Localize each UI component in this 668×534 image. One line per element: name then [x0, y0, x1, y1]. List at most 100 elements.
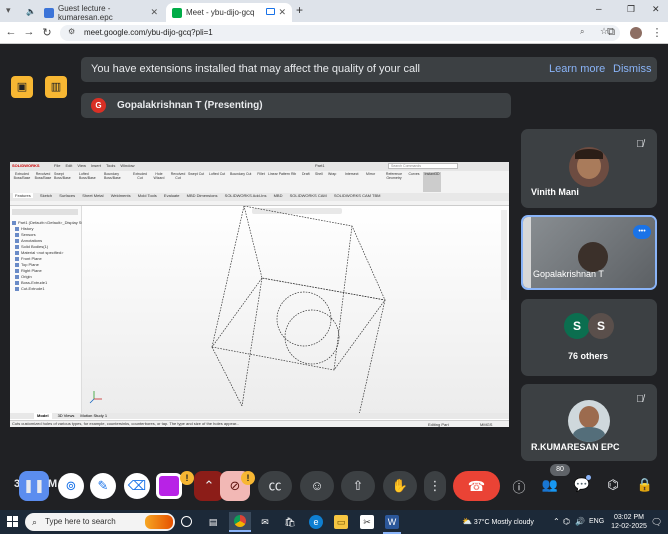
sw-bottom-tab[interactable]: Motion Study 1 — [80, 413, 107, 419]
mail-icon[interactable]: ✉ — [258, 515, 272, 529]
sw-tool[interactable]: Boundary Cut — [230, 172, 254, 192]
eraser-icon[interactable]: ⌫ — [124, 473, 150, 499]
tab-close-icon[interactable]: ✕ — [150, 7, 158, 18]
sw-feature-tab[interactable]: Features — [13, 193, 33, 198]
present-info-icon[interactable]: ▥ — [45, 76, 67, 98]
network-icon[interactable]: ⌬ — [563, 510, 570, 534]
sw-feature-tab[interactable]: Sketch — [40, 193, 52, 198]
taskbar-search-input[interactable]: ⌕ Type here to search — [25, 513, 175, 531]
sw-feature-tab[interactable]: Sheet Metal — [82, 193, 103, 198]
sw-menu-item[interactable]: View — [77, 163, 86, 168]
close-window-button[interactable]: ✕ — [652, 4, 660, 15]
sw-tool[interactable]: Linear Pattern — [268, 172, 290, 192]
tab-guest-lecture[interactable]: 🔈 Guest lecture - kumaresan.epc ✕ — [24, 3, 164, 22]
maximize-button[interactable]: ❐ — [627, 4, 635, 15]
end-call-button[interactable]: ☎ — [453, 471, 500, 501]
sw-menu-item[interactable]: Edit — [65, 163, 72, 168]
raise-hand-icon[interactable]: ✋ — [383, 471, 417, 501]
site-info-icon[interactable]: ⚙ — [68, 27, 75, 36]
sw-tool[interactable]: Swept Cut — [188, 172, 208, 192]
activities-icon[interactable]: ⌬ — [604, 477, 622, 493]
sw-tree-item[interactable]: Cut-Extrude1 — [15, 286, 45, 292]
sw-tool[interactable]: Shell — [315, 172, 327, 192]
file-explorer-icon[interactable]: ▭ — [334, 515, 348, 529]
people-icon[interactable]: 👥 — [541, 477, 559, 493]
sw-tool[interactable]: Swept Boss/Base — [54, 172, 78, 192]
zoom-icon[interactable]: ⌕ — [580, 27, 584, 37]
snipping-tool-icon[interactable]: ✂ — [360, 515, 374, 529]
annotate-cursor-icon[interactable]: ⊚ — [58, 473, 84, 499]
sw-tool[interactable]: Lofted Cut — [209, 172, 229, 192]
sw-feature-tab[interactable]: MBD Dimensions — [187, 193, 218, 198]
clock[interactable]: 03:02 PM 12-02-2025 — [609, 510, 649, 534]
tab-list-icon[interactable]: ▾ — [6, 5, 18, 17]
sw-tool[interactable]: Draft — [302, 172, 314, 192]
captions-icon[interactable]: ㏄ — [258, 471, 292, 501]
present-screen-icon[interactable]: ⇧ — [341, 471, 375, 501]
sw-tool[interactable]: Instant3D — [423, 172, 441, 192]
new-tab-button[interactable]: + — [296, 3, 303, 17]
sw-tool[interactable]: Extruded Cut — [131, 172, 149, 192]
more-options-icon[interactable]: ⋮ — [424, 471, 446, 501]
sw-bottom-tab[interactable]: Model — [34, 413, 52, 419]
sw-tool[interactable]: Lofted Boss/Base — [79, 172, 103, 192]
sw-feature-tab[interactable]: SOLIDWORKS Add-Ins — [225, 193, 267, 198]
sw-tool[interactable]: Reference Geometry — [383, 172, 405, 192]
pause-icon[interactable]: ❚❚ — [19, 471, 49, 501]
sw-status-units[interactable]: MMGS — [480, 422, 492, 427]
sw-bottom-tab[interactable]: 3D Views — [58, 413, 75, 419]
dismiss-button[interactable]: Dismiss — [613, 57, 652, 82]
sw-tool[interactable]: Curves — [406, 172, 422, 192]
sw-tool[interactable]: Extruded Boss/Base — [12, 172, 32, 192]
profile-avatar[interactable] — [630, 27, 642, 39]
sw-tool[interactable]: Mirror — [366, 172, 382, 192]
participant-tile-gopalakrishnan[interactable]: ••• Gopalakrishnan T — [521, 215, 657, 290]
edge-icon[interactable]: e — [309, 515, 323, 529]
language-indicator[interactable]: ENG — [589, 510, 604, 534]
pen-icon[interactable]: ✎ — [90, 473, 116, 499]
show-hidden-icons-icon[interactable]: ⌃ — [553, 510, 560, 534]
sw-feature-tab[interactable]: MBD — [274, 193, 283, 198]
sw-tool[interactable]: Hole Wizard — [150, 172, 168, 192]
sw-graphics-area[interactable] — [82, 206, 509, 416]
reload-icon[interactable]: ↻ — [40, 26, 54, 39]
sw-tool[interactable]: Intersect — [345, 172, 365, 192]
sw-tool[interactable]: Rib — [291, 172, 301, 192]
sw-menu-item[interactable]: Tools — [106, 163, 115, 168]
sw-feature-tab[interactable]: Evaluate — [164, 193, 180, 198]
sw-feature-tab[interactable]: Surfaces — [59, 193, 75, 198]
sw-tool[interactable]: Boundary Boss/Base — [104, 172, 130, 192]
meeting-info-icon[interactable]: ⓘ — [510, 477, 528, 496]
sw-menu-item[interactable]: Window — [120, 163, 134, 168]
word-icon[interactable]: W — [385, 515, 399, 529]
tab-close-icon[interactable]: ✕ — [278, 7, 286, 18]
forward-icon[interactable]: → — [22, 26, 36, 38]
sw-menu-item[interactable]: File — [54, 163, 60, 168]
store-icon[interactable]: 🛍 — [283, 515, 297, 529]
sw-search-input[interactable]: Search Commands — [388, 163, 458, 169]
sw-tool[interactable]: Revolved Boss/Base — [33, 172, 53, 192]
url-input[interactable]: ⚙ meet.google.com/ybu-dijo-gcq?pli=1 ⌕ ☆ — [60, 25, 620, 41]
no-captions-icon[interactable]: ▣ — [11, 76, 33, 98]
participant-tile-kumaresan[interactable]: 🎙̸ R.KUMARESAN EPC — [521, 384, 657, 461]
others-tile[interactable]: S S 76 others — [521, 299, 657, 376]
widgets-icon[interactable]: ▤ — [206, 515, 220, 529]
sw-feature-tab[interactable]: SOLIDWORKS CAM TBM — [334, 193, 381, 198]
sw-feature-tab[interactable]: Weldments — [111, 193, 131, 198]
emoji-icon[interactable]: ☺ — [300, 471, 334, 501]
extensions-icon[interactable]: ⧉ — [604, 26, 618, 39]
sw-tool[interactable]: Fillet — [255, 172, 267, 192]
tab-meet[interactable]: Meet - ybu-dijo-gcq ✕ — [166, 3, 292, 22]
chrome-taskbar-button[interactable] — [229, 512, 251, 532]
volume-icon[interactable]: 🔊 — [575, 510, 585, 534]
color-picker-button[interactable] — [156, 473, 182, 499]
minimize-button[interactable]: – — [596, 4, 602, 15]
windows-start-icon[interactable] — [7, 516, 18, 527]
task-view-icon[interactable] — [181, 516, 192, 527]
menu-dots-icon[interactable]: ⋮ — [650, 26, 664, 39]
weather-widget[interactable]: ⛅ 37°C Mostly cloudy — [462, 510, 534, 534]
notifications-icon[interactable]: 🗨 — [651, 510, 662, 534]
host-controls-icon[interactable]: 🔒 — [636, 477, 654, 493]
sw-tool[interactable]: Revolved Cut — [169, 172, 187, 192]
sw-menu-item[interactable]: Insert — [91, 163, 101, 168]
